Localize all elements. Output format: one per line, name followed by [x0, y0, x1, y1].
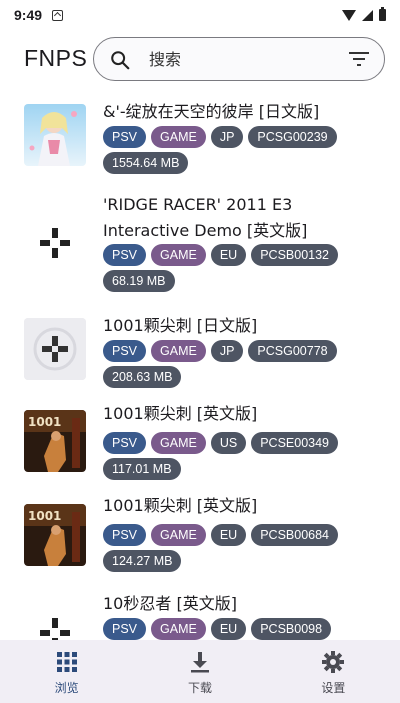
status-time: 9:49: [14, 7, 43, 23]
platform-chip: PSV: [103, 126, 147, 148]
region-chip: EU: [210, 618, 247, 640]
size-chip: 117.01 MB: [103, 458, 181, 480]
code-chip: PCSB00684: [251, 524, 339, 546]
list-item[interactable]: 'RIDGE RACER' 2011 E3 Interactive Demo […: [0, 190, 400, 300]
size-row: 68.19 MB: [103, 270, 175, 292]
type-chip: GAME: [151, 432, 206, 454]
nav-download[interactable]: 下载: [133, 640, 266, 703]
nav-browse[interactable]: 浏览: [0, 640, 133, 703]
game-cover: [24, 104, 86, 166]
gamepad-icon: [40, 228, 70, 258]
size-chip: 208.63 MB: [103, 366, 182, 388]
list-item[interactable]: 1001 1001颗尖刺 [英文版] PSV GAME EU PCSB00684…: [0, 496, 400, 586]
battery-icon: [379, 7, 386, 21]
nav-browse-label: 浏览: [54, 681, 79, 695]
region-chip: EU: [210, 244, 247, 266]
code-chip: PCSG00239: [248, 126, 337, 148]
nav-settings[interactable]: 设置: [267, 640, 400, 703]
code-chip: PCSB00132: [251, 244, 339, 266]
top-bar: FNPS: [0, 34, 400, 86]
size-chip: 1554.64 MB: [103, 152, 189, 174]
nav-settings-label: 设置: [321, 681, 346, 695]
size-row: 1554.64 MB: [103, 152, 189, 174]
list-item[interactable]: 1001 1001颗尖刺 [英文版] PSV GAME US PCSE00349…: [0, 404, 400, 494]
search-icon[interactable]: [109, 49, 131, 71]
list-item[interactable]: 10秒忍者 [英文版] PSV GAME EU PCSB0098: [0, 588, 400, 640]
platform-chip: PSV: [103, 524, 147, 546]
status-bar: 9:49: [0, 0, 400, 30]
game-cover: 1001: [24, 410, 86, 472]
tag-row: PSV GAME EU PCSB00684: [103, 524, 339, 546]
list-item[interactable]: &'-绽放在天空的彼岸 [日文版] PSV GAME JP PCSG00239 …: [0, 92, 400, 182]
size-row: 117.01 MB: [103, 458, 181, 480]
svg-text:1001: 1001: [28, 509, 61, 523]
tag-row: PSV GAME US PCSE00349: [103, 432, 339, 454]
game-cover-placeholder: [24, 602, 86, 640]
code-chip: PCSB0098: [251, 618, 332, 640]
type-chip: GAME: [151, 126, 206, 148]
game-list[interactable]: &'-绽放在天空的彼岸 [日文版] PSV GAME JP PCSG00239 …: [0, 92, 400, 640]
svg-text:1001: 1001: [28, 415, 61, 429]
region-chip: US: [210, 432, 247, 454]
game-cover-placeholder: [24, 212, 86, 274]
game-cover: [24, 318, 86, 380]
tag-row: PSV GAME JP PCSG00239: [103, 126, 337, 148]
notification-icon: [52, 9, 64, 21]
game-cover: 1001: [24, 504, 86, 566]
tag-row: PSV GAME JP PCSG00778: [103, 340, 337, 362]
region-chip: JP: [210, 126, 244, 148]
game-title: 'RIDGE RACER' 2011 E3 Interactive Demo […: [103, 195, 308, 240]
nav-download-label: 下载: [187, 681, 212, 695]
gamepad-icon: [40, 618, 70, 640]
size-chip: 124.27 MB: [103, 550, 182, 572]
wifi-icon: [342, 9, 356, 21]
size-row: 124.27 MB: [103, 550, 182, 572]
tag-row: PSV GAME EU PCSB0098: [103, 618, 332, 640]
gear-icon: [322, 651, 345, 673]
tag-row: PSV GAME EU PCSB00132: [103, 244, 339, 266]
search-input[interactable]: [149, 47, 319, 71]
game-title: &'-绽放在天空的彼岸 [日文版]: [103, 102, 320, 121]
code-chip: PCSG00778: [248, 340, 337, 362]
download-icon: [190, 652, 209, 673]
type-chip: GAME: [151, 524, 206, 546]
signal-icon: [362, 9, 373, 21]
grid-icon: [56, 652, 77, 672]
size-chip: 68.19 MB: [103, 270, 175, 292]
type-chip: GAME: [151, 340, 206, 362]
bottom-navigation: 浏览 下载 设置: [0, 640, 400, 703]
game-title: 1001颗尖刺 [日文版]: [103, 316, 258, 335]
platform-chip: PSV: [103, 432, 147, 454]
size-row: 208.63 MB: [103, 366, 182, 388]
platform-chip: PSV: [103, 244, 147, 266]
list-item[interactable]: 1001颗尖刺 [日文版] PSV GAME JP PCSG00778 208.…: [0, 310, 400, 400]
app-title: FNPS: [24, 45, 88, 71]
region-chip: JP: [210, 340, 244, 362]
platform-chip: PSV: [103, 618, 147, 640]
code-chip: PCSE00349: [251, 432, 339, 454]
platform-chip: PSV: [103, 340, 147, 362]
type-chip: GAME: [151, 618, 206, 640]
status-icons: [342, 7, 386, 21]
game-title: 10秒忍者 [英文版]: [103, 594, 237, 613]
search-box[interactable]: [93, 37, 385, 81]
filter-icon[interactable]: [348, 50, 370, 68]
game-title: 1001颗尖刺 [英文版]: [103, 496, 258, 515]
type-chip: GAME: [151, 244, 206, 266]
game-title: 1001颗尖刺 [英文版]: [103, 404, 258, 423]
region-chip: EU: [210, 524, 247, 546]
